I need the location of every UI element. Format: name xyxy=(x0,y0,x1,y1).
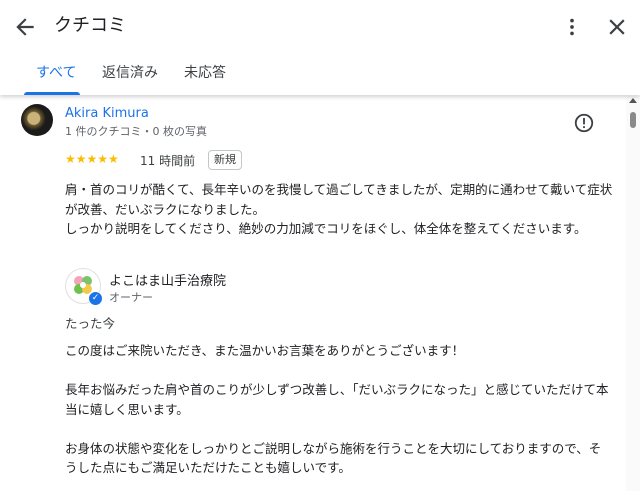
review-text-line: 肩・首のコリが酷くて、長年辛いのを我慢して過ごしてきましたが、定期的に通わせて戴… xyxy=(65,182,613,217)
page-title: クチコミ xyxy=(54,15,126,36)
tab-all[interactable]: すべて xyxy=(36,62,76,82)
top-app-bar: クチコミ すべて 返信済み 未応答 xyxy=(0,0,640,95)
verified-check-icon: ✓ xyxy=(88,291,103,306)
tab-unanswered[interactable]: 未応答 xyxy=(184,62,226,82)
close-icon[interactable] xyxy=(604,14,630,40)
reviewer-avatar[interactable] xyxy=(21,104,53,136)
new-badge: 新規 xyxy=(208,150,242,170)
scroll-up-arrow-icon[interactable] xyxy=(629,98,637,103)
active-tab-indicator xyxy=(24,92,80,95)
review-tabs: すべて 返信済み 未応答 xyxy=(0,58,640,95)
star-rating: ★★★★★ xyxy=(65,152,119,166)
reviewer-name[interactable]: Akira Kimura xyxy=(65,106,149,121)
back-arrow-icon[interactable] xyxy=(12,14,38,40)
more-vert-icon[interactable] xyxy=(561,14,583,40)
review-time: 11 時間前 xyxy=(140,154,196,168)
reply-time: たった今 xyxy=(65,316,116,331)
reply-paragraph: この度はご来院いただき、また温かいお言葉をありがとうございます！ xyxy=(65,343,465,358)
scrollbar[interactable] xyxy=(626,96,640,491)
owner-name: よこはま山手治療院 xyxy=(109,274,227,289)
report-icon[interactable] xyxy=(573,112,595,134)
owner-role: オーナー xyxy=(109,291,153,304)
review-text-line: しっかり説明をしてくださり、絶妙の力加減でコリをほぐし、体全体を整えてくださいま… xyxy=(65,221,587,236)
reply-text: この度はご来院いただき、また温かいお言葉をありがとうございます！ 長年お悩みだっ… xyxy=(65,341,613,497)
tab-replied[interactable]: 返信済み xyxy=(102,62,158,82)
reply-paragraph: お身体の状態や変化をしっかりとご説明しながら施術を行うことを大切にしておりますの… xyxy=(65,440,602,476)
reply-paragraph: 長年お悩みだった肩や首のこりが少しずつ改善し、「だいぶラクになった」と感じていた… xyxy=(65,382,609,417)
reviewer-meta: 1 件のクチコミ・0 枚の写真 xyxy=(65,125,207,138)
scrollbar-thumb[interactable] xyxy=(630,112,636,128)
review-text: 肩・首のコリが酷くて、長年辛いのを我慢して過ごしてきましたが、定期的に通わせて戴… xyxy=(65,180,613,239)
